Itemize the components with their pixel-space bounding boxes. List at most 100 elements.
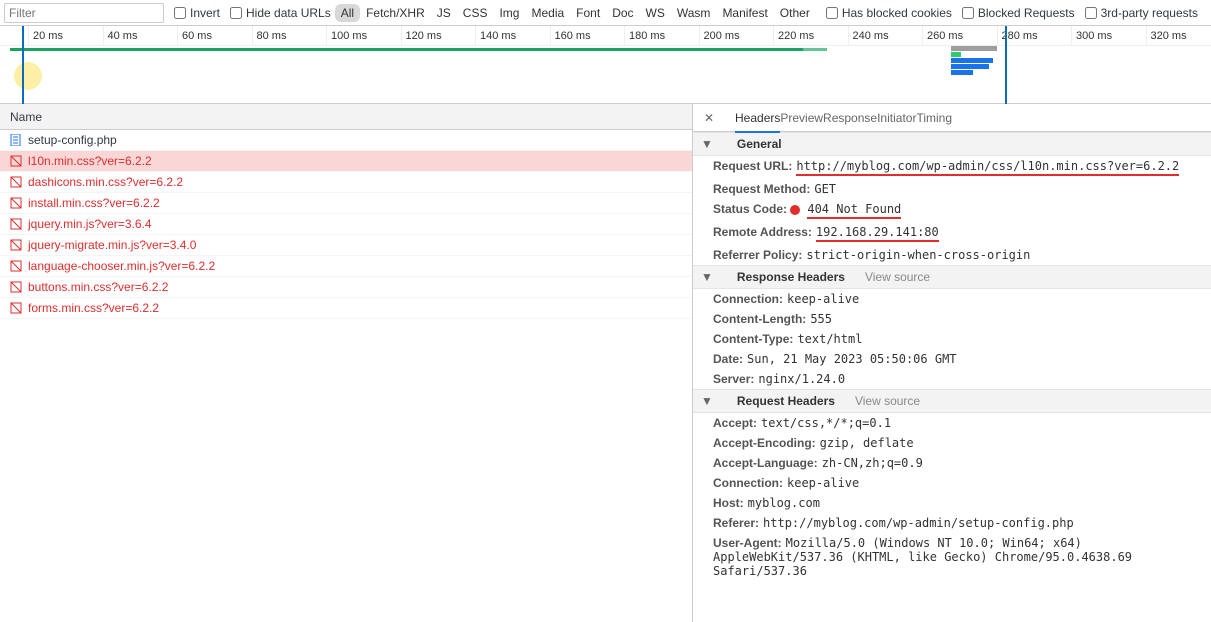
request-row[interactable]: forms.min.css?ver=6.2.2	[0, 298, 692, 319]
request-name: setup-config.php	[28, 133, 117, 147]
request-name: forms.min.css?ver=6.2.2	[28, 301, 159, 315]
third-party-label: 3rd-party requests	[1101, 6, 1198, 20]
hide-data-urls-checkbox[interactable]: Hide data URLs	[230, 6, 331, 20]
timeline-lanes	[0, 46, 1211, 104]
type-filter-other[interactable]: Other	[774, 4, 816, 22]
request-name: buttons.min.css?ver=6.2.2	[28, 280, 168, 294]
header-row: Date:Sun, 21 May 2023 05:50:06 GMT	[693, 349, 1211, 369]
css-file-icon	[10, 302, 22, 314]
view-source-link[interactable]: View source	[855, 394, 920, 408]
timeline-tick: 180 ms	[624, 26, 665, 46]
network-toolbar: Invert Hide data URLs AllFetch/XHRJSCSSI…	[0, 0, 1211, 26]
timeline-tick: 20 ms	[28, 26, 63, 46]
type-filter-font[interactable]: Font	[570, 4, 606, 22]
request-row[interactable]: l10n.min.css?ver=6.2.2	[0, 151, 692, 172]
css-file-icon	[10, 281, 22, 293]
request-row[interactable]: language-chooser.min.js?ver=6.2.2	[0, 256, 692, 277]
timeline-tick: 100 ms	[326, 26, 367, 46]
collapse-icon: ▼	[701, 137, 713, 151]
request-row[interactable]: dashicons.min.css?ver=6.2.2	[0, 172, 692, 193]
tab-preview[interactable]: Preview	[780, 105, 823, 131]
type-filter-css[interactable]: CSS	[457, 4, 494, 22]
request-details: ✕ HeadersPreviewResponseInitiatorTiming …	[693, 104, 1211, 622]
request-name: language-chooser.min.js?ver=6.2.2	[28, 259, 215, 273]
blocked-requests-checkbox[interactable]: Blocked Requests	[962, 6, 1075, 20]
timeline-tick: 260 ms	[922, 26, 963, 46]
highlight-marker-icon	[14, 62, 42, 90]
css-file-icon	[10, 155, 22, 167]
tab-response[interactable]: Response	[823, 105, 877, 131]
section-general[interactable]: ▼General	[693, 132, 1211, 156]
section-response-headers[interactable]: ▼Response HeadersView source	[693, 265, 1211, 289]
type-filter-all[interactable]: All	[335, 4, 360, 22]
timeline-tick: 40 ms	[103, 26, 138, 46]
header-row: Accept:text/css,*/*;q=0.1	[693, 413, 1211, 433]
js-file-icon	[10, 218, 22, 230]
status-dot-icon	[790, 205, 800, 215]
playhead-start[interactable]	[22, 26, 24, 104]
js-file-icon	[10, 260, 22, 272]
timeline-tick: 120 ms	[401, 26, 442, 46]
header-row: Referer:http://myblog.com/wp-admin/setup…	[693, 513, 1211, 533]
request-name: dashicons.min.css?ver=6.2.2	[28, 175, 183, 189]
timeline-tick: 280 ms	[997, 26, 1038, 46]
timeline-tick: 60 ms	[177, 26, 212, 46]
type-filter-wasm[interactable]: Wasm	[671, 4, 717, 22]
request-row[interactable]: install.min.css?ver=6.2.2	[0, 193, 692, 214]
request-row[interactable]: jquery-migrate.min.js?ver=3.4.0	[0, 235, 692, 256]
request-row[interactable]: buttons.min.css?ver=6.2.2	[0, 277, 692, 298]
timeline-tick: 80 ms	[252, 26, 287, 46]
invert-label: Invert	[190, 6, 220, 20]
type-filter-manifest[interactable]: Manifest	[716, 4, 773, 22]
type-filter-ws[interactable]: WS	[640, 4, 671, 22]
tab-initiator[interactable]: Initiator	[877, 105, 916, 131]
playhead-end[interactable]	[1005, 26, 1007, 104]
timeline-tick: 300 ms	[1071, 26, 1112, 46]
section-request-headers[interactable]: ▼Request HeadersView source	[693, 389, 1211, 413]
filter-input[interactable]	[4, 3, 164, 23]
request-name: jquery.min.js?ver=3.6.4	[28, 217, 152, 231]
type-filter-media[interactable]: Media	[525, 4, 570, 22]
request-name: jquery-migrate.min.js?ver=3.4.0	[28, 238, 196, 252]
request-row[interactable]: setup-config.php	[0, 130, 692, 151]
type-filter-fetchxhr[interactable]: Fetch/XHR	[360, 4, 431, 22]
view-source-link[interactable]: View source	[865, 270, 930, 284]
blocked-requests-label: Blocked Requests	[978, 6, 1075, 20]
timeline-ruler: 20 ms 40 ms 60 ms 80 ms 100 ms 120 ms 140 ms 16…	[0, 26, 1211, 46]
header-row: Host:myblog.com	[693, 493, 1211, 513]
header-row: Content-Type:text/html	[693, 329, 1211, 349]
timeline-tick: 320 ms	[1146, 26, 1187, 46]
status-code-value: 404 Not Found	[807, 202, 901, 219]
collapse-icon: ▼	[701, 270, 713, 284]
timeline-tick: 140 ms	[475, 26, 516, 46]
request-name: l10n.min.css?ver=6.2.2	[28, 154, 152, 168]
header-row: Connection:keep-alive	[693, 473, 1211, 493]
hide-data-urls-label: Hide data URLs	[246, 6, 331, 20]
third-party-checkbox[interactable]: 3rd-party requests	[1085, 6, 1198, 20]
type-filter-img[interactable]: Img	[493, 4, 525, 22]
request-list-header[interactable]: Name	[0, 104, 692, 130]
timeline-tick: 240 ms	[848, 26, 889, 46]
has-blocked-cookies-checkbox[interactable]: Has blocked cookies	[826, 6, 952, 20]
timeline-tick: 160 ms	[550, 26, 591, 46]
tab-timing[interactable]: Timing	[916, 105, 952, 131]
type-filter-doc[interactable]: Doc	[606, 4, 639, 22]
collapse-icon: ▼	[701, 394, 713, 408]
timeline-tick: 200 ms	[699, 26, 740, 46]
remote-address-value: 192.168.29.141:80	[816, 225, 939, 242]
css-file-icon	[10, 197, 22, 209]
header-row: Content-Length:555	[693, 309, 1211, 329]
timeline-overview[interactable]: 20 ms 40 ms 60 ms 80 ms 100 ms 120 ms 140 ms 16…	[0, 26, 1211, 104]
has-blocked-cookies-label: Has blocked cookies	[842, 6, 952, 20]
header-row: Server:nginx/1.24.0	[693, 369, 1211, 389]
type-filter-js[interactable]: JS	[431, 4, 457, 22]
doc-file-icon	[10, 134, 22, 146]
close-icon[interactable]: ✕	[701, 110, 717, 126]
header-row: Connection:keep-alive	[693, 289, 1211, 309]
tab-headers[interactable]: Headers	[735, 105, 780, 133]
js-file-icon	[10, 239, 22, 251]
header-row: User-Agent:Mozilla/5.0 (Windows NT 10.0;…	[693, 533, 1211, 581]
request-row[interactable]: jquery.min.js?ver=3.6.4	[0, 214, 692, 235]
timeline-tick: 220 ms	[773, 26, 814, 46]
invert-checkbox[interactable]: Invert	[174, 6, 220, 20]
